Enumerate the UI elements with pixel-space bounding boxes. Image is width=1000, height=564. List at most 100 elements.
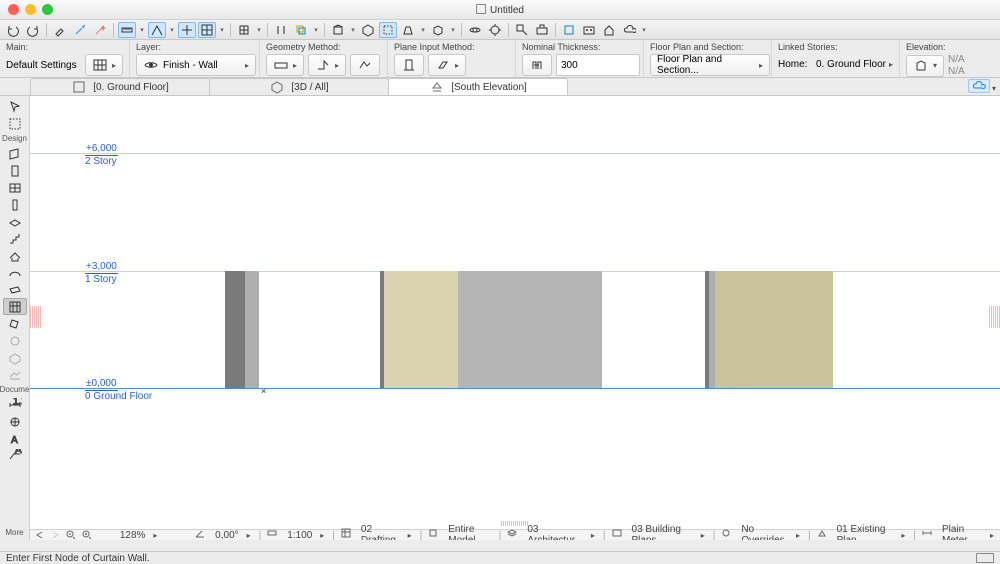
close-window-button[interactable] [8, 4, 19, 15]
edit-selection-button[interactable] [513, 22, 531, 38]
snap-guide-button[interactable] [178, 22, 196, 38]
ruler-button[interactable] [118, 22, 136, 38]
stair-tool[interactable] [3, 230, 27, 247]
level-tool[interactable] [3, 413, 27, 430]
measure-button[interactable] [148, 22, 166, 38]
dropdown-icon[interactable]: ▾ [218, 26, 226, 34]
axo-button[interactable] [429, 22, 447, 38]
plane-slanted-button[interactable]: ▸ [428, 54, 466, 76]
home-button[interactable] [600, 22, 618, 38]
geometry-chain-button[interactable] [350, 54, 380, 76]
info-bar: Main: Default Settings ▸ Layer: Finish -… [0, 40, 1000, 78]
wall-segment [715, 271, 833, 388]
thickness-icon-button[interactable] [522, 54, 552, 76]
default-settings-button[interactable]: Default Settings [6, 60, 77, 71]
workspace: Design Docume 1.2 A A1 More +6,0002 Stor… [0, 96, 1000, 540]
canvas[interactable]: +6,0002 Story +3,0001 Story ±0,0000 Grou… [30, 96, 1000, 540]
element-icon-button[interactable]: ▸ [85, 54, 123, 76]
teamwork-button[interactable] [580, 22, 598, 38]
object-tool[interactable] [3, 332, 27, 349]
shell-tool[interactable] [3, 264, 27, 281]
elevation-icon-button[interactable]: ▾ [906, 55, 944, 77]
home-story-value[interactable]: 0. Ground Floor [816, 59, 886, 70]
dim-icon [922, 527, 936, 540]
window-tool[interactable] [3, 179, 27, 196]
dropdown-icon[interactable]: ▾ [255, 26, 263, 34]
orbit-button[interactable] [466, 22, 484, 38]
panel-handle-right[interactable] [989, 306, 1000, 328]
marquee-button[interactable] [379, 22, 397, 38]
surface-button[interactable] [198, 22, 216, 38]
slab-tool[interactable] [3, 213, 27, 230]
dim-value[interactable]: Plain Meter [942, 524, 982, 540]
geometry-extrude-button[interactable]: ▸ [308, 54, 346, 76]
cloud-button[interactable] [620, 22, 638, 38]
dropdown-icon[interactable]: ▾ [168, 26, 176, 34]
arrow-tool[interactable] [3, 98, 27, 115]
eyedropper-button[interactable] [51, 22, 69, 38]
show-all-button[interactable] [560, 22, 578, 38]
dropdown-icon[interactable]: ▾ [138, 26, 146, 34]
perspective-button[interactable] [399, 22, 417, 38]
dimension-tool[interactable]: 1.2 [3, 396, 27, 413]
reno-value[interactable]: 01 Existing Plan [837, 524, 894, 540]
tabs-overflow[interactable]: ▾ [968, 79, 996, 94]
geometry-flat-button[interactable]: ▸ [266, 54, 304, 76]
column-tool[interactable] [3, 196, 27, 213]
tab-3d[interactable]: [3D / All] [209, 78, 389, 95]
zoom-value[interactable]: 128% [120, 530, 146, 541]
layer-combo-value[interactable]: 03 Architectur... [527, 524, 583, 540]
dropdown-icon[interactable]: ▾ [419, 26, 427, 34]
status-panel-button[interactable] [976, 553, 994, 563]
beam-tool[interactable] [3, 281, 27, 298]
angle-value[interactable]: 0,00° [215, 530, 238, 541]
zone-tool[interactable] [3, 349, 27, 366]
dropdown-icon[interactable]: ▾ [449, 26, 457, 34]
design-category: Design [2, 134, 27, 143]
syringe-button[interactable] [71, 22, 89, 38]
plane-vertical-button[interactable] [394, 54, 424, 76]
filter-value[interactable]: Entire Model [448, 524, 492, 540]
zoom-window-button[interactable] [42, 4, 53, 15]
pen-set-value[interactable]: 02 Drafting [361, 524, 400, 540]
zoom-in-button[interactable] [82, 530, 92, 540]
minimize-window-button[interactable] [25, 4, 36, 15]
zoom-out-button[interactable] [66, 530, 76, 540]
morph-tool[interactable] [3, 315, 27, 332]
scale-value[interactable]: 1:100 [287, 530, 312, 541]
open-view-button[interactable] [329, 22, 347, 38]
dropdown-icon[interactable]: ▾ [640, 26, 648, 34]
edit-element-button[interactable] [533, 22, 551, 38]
dropdown-icon[interactable]: ▾ [349, 26, 357, 34]
mesh-tool[interactable] [3, 366, 27, 383]
trace-button[interactable] [292, 22, 310, 38]
tab-ground-floor[interactable]: [0. Ground Floor] [30, 78, 210, 95]
nav-fwd-button[interactable] [50, 530, 60, 540]
mvo-value[interactable]: 03 Building Plans [632, 524, 693, 540]
redo-button[interactable] [24, 22, 42, 38]
thickness-input[interactable] [556, 54, 640, 76]
override-value[interactable]: No Overrides [741, 524, 788, 540]
layer-select[interactable]: Finish - Wall ▸ [136, 54, 256, 76]
magic-wand-button[interactable] [91, 22, 109, 38]
grid-button[interactable] [235, 22, 253, 38]
panel-handle-bottom[interactable] [501, 521, 529, 526]
text-tool[interactable]: A [3, 430, 27, 447]
dropdown-icon[interactable]: ▾ [312, 26, 320, 34]
wall-tool[interactable] [3, 145, 27, 162]
roof-tool[interactable] [3, 247, 27, 264]
floorplan-button[interactable]: Floor Plan and Section...▸ [650, 54, 770, 76]
plan-icon [71, 79, 87, 95]
curtain-wall-tool[interactable] [3, 298, 27, 315]
undo-button[interactable] [4, 22, 22, 38]
marquee-tool[interactable] [3, 115, 27, 132]
tab-south-elevation[interactable]: [South Elevation] [388, 78, 568, 95]
explore-button[interactable] [486, 22, 504, 38]
more-category[interactable]: More [5, 528, 23, 537]
door-tool[interactable] [3, 162, 27, 179]
suspend-button[interactable] [272, 22, 290, 38]
label-tool[interactable]: A1 [3, 447, 27, 464]
nav-back-button[interactable] [34, 530, 44, 540]
view-3d-button[interactable] [359, 22, 377, 38]
panel-handle-left[interactable] [30, 306, 41, 328]
